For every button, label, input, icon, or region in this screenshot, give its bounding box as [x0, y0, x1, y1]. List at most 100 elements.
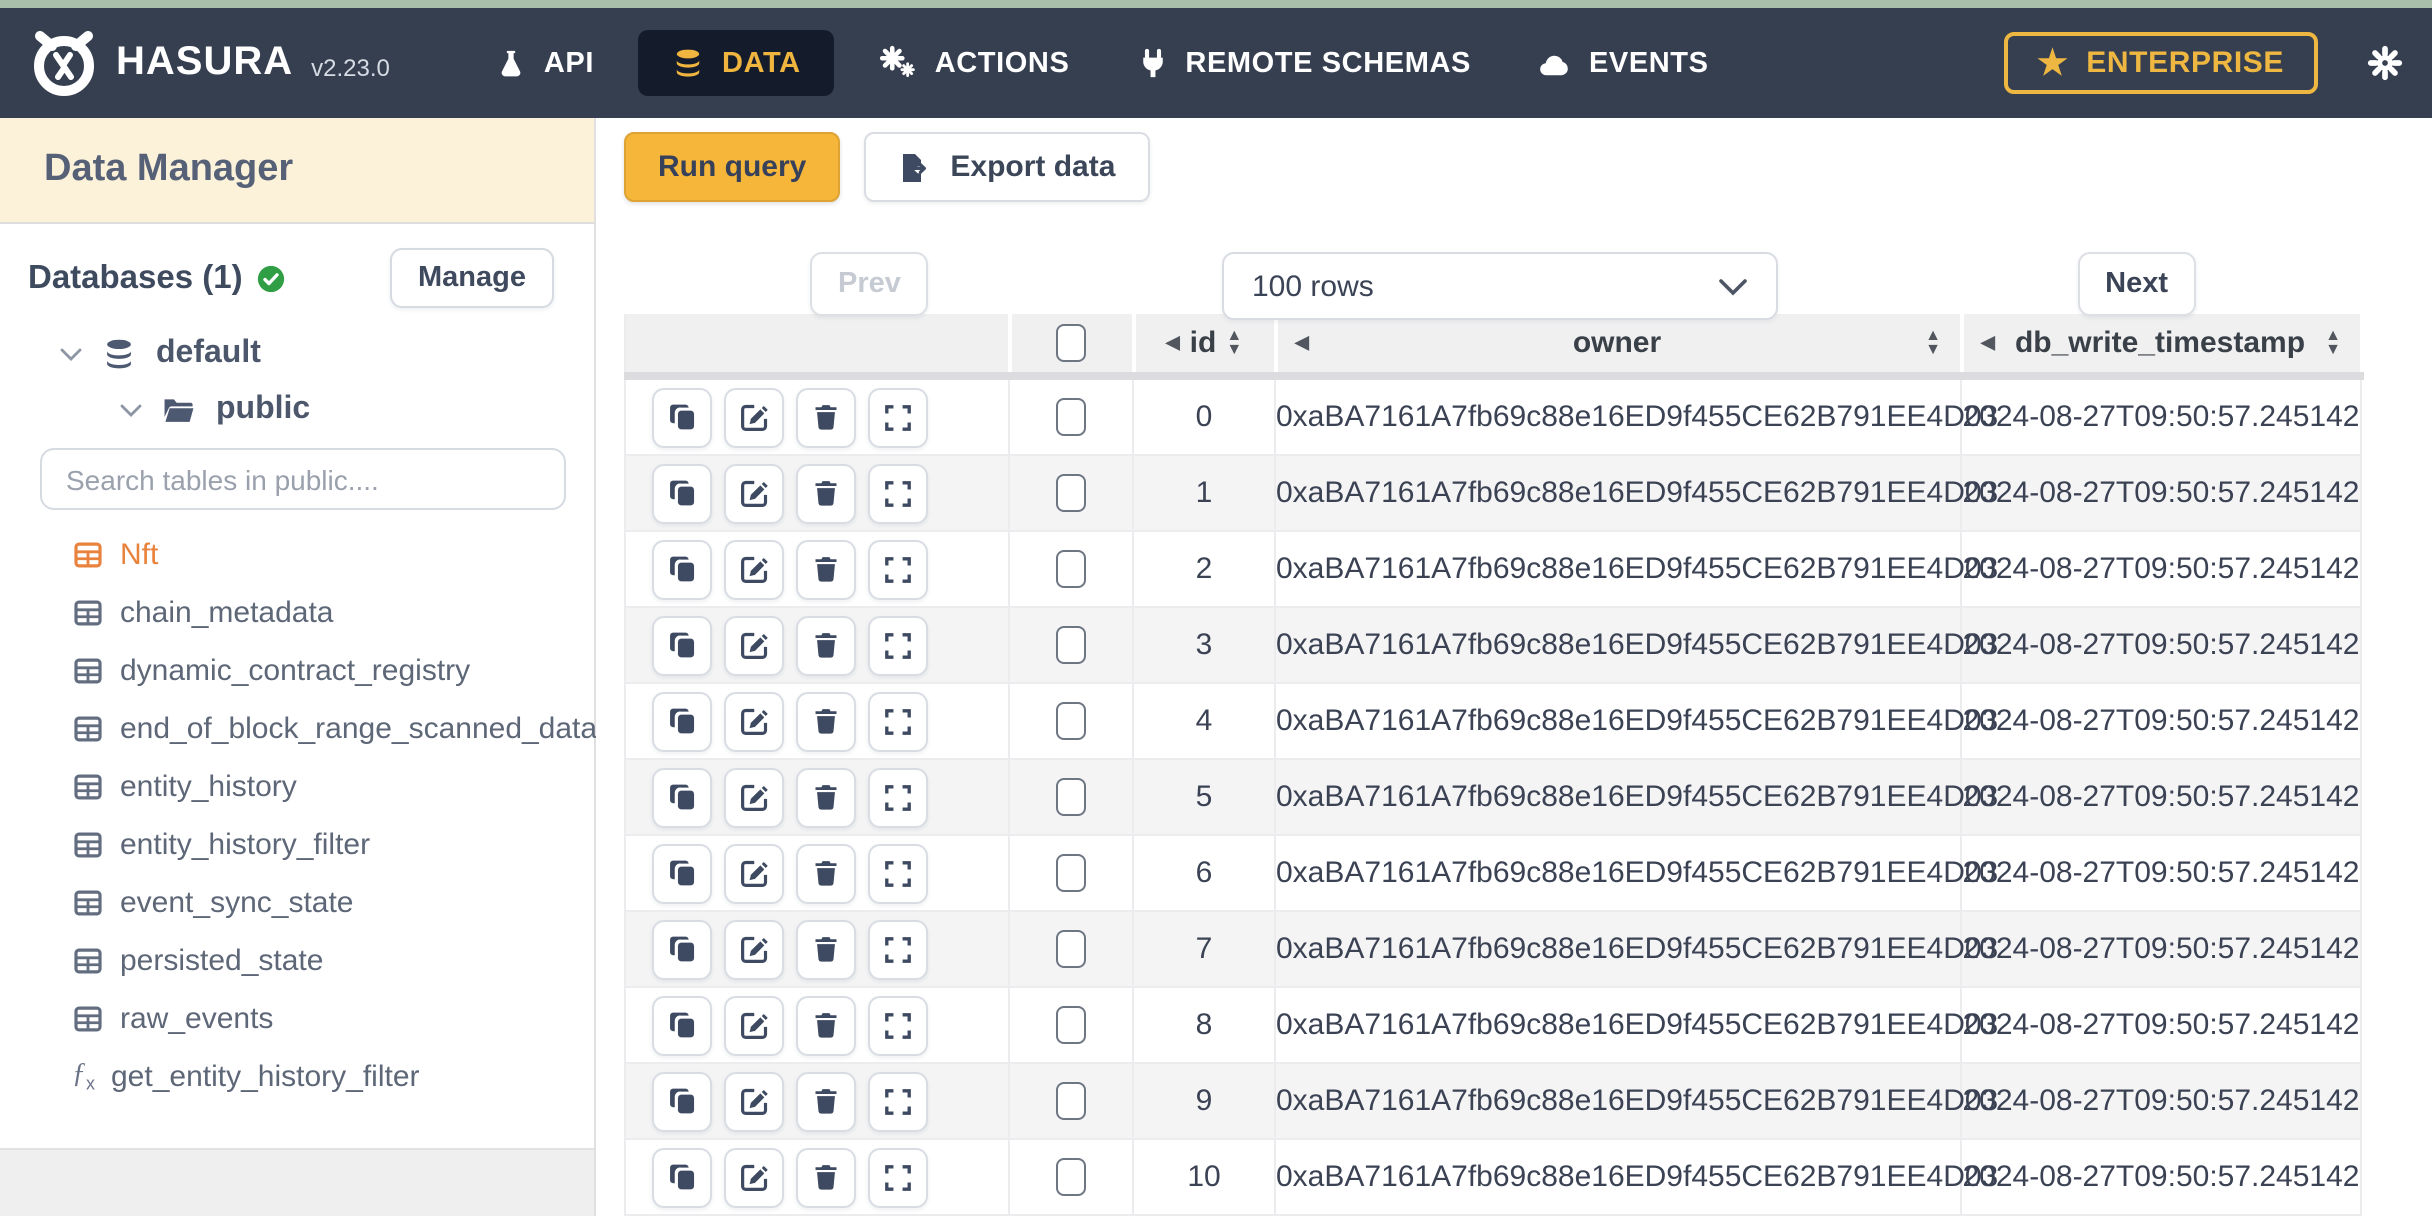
delete-row-button[interactable]	[796, 767, 856, 827]
edit-row-button[interactable]	[724, 767, 784, 827]
sidebar-table-item[interactable]: ƒx entity_history_filter	[72, 816, 594, 874]
rows-per-page-select[interactable]: 100 rows	[1222, 252, 1778, 320]
delete-row-button[interactable]	[796, 1147, 856, 1207]
prev-page-button[interactable]: Prev	[810, 252, 929, 316]
export-data-button[interactable]: Export data	[864, 132, 1150, 202]
move-column-left-icon[interactable]: ◀	[1981, 333, 1995, 352]
delete-row-button[interactable]	[796, 387, 856, 447]
sort-icon[interactable]: ▲ ▼	[1226, 328, 1242, 356]
run-query-button[interactable]: Run query	[624, 132, 841, 202]
nav-item-events[interactable]: EVENTS	[1505, 8, 1743, 118]
row-checkbox[interactable]	[1056, 398, 1086, 436]
row-checkbox[interactable]	[1056, 1158, 1086, 1196]
tree-item-database[interactable]: default	[0, 336, 594, 372]
row-actions-cell	[624, 376, 1010, 456]
chevron-down-icon[interactable]	[60, 347, 82, 361]
clone-row-button[interactable]	[652, 615, 712, 675]
chevron-down-icon[interactable]	[120, 403, 142, 417]
clone-row-button[interactable]	[652, 691, 712, 751]
hasura-logo-icon[interactable]	[28, 27, 100, 99]
expand-row-button[interactable]	[868, 387, 928, 447]
column-header-db-write-timestamp[interactable]: ◀ db_write_timestamp ▲ ▼	[1961, 314, 2363, 380]
next-page-button[interactable]: Next	[2077, 252, 2196, 316]
move-column-left-icon[interactable]: ◀	[1166, 333, 1180, 352]
delete-row-button[interactable]	[796, 539, 856, 599]
delete-row-button[interactable]	[796, 691, 856, 751]
select-all-checkbox[interactable]	[1056, 324, 1086, 362]
sidebar-table-item[interactable]: ƒx dynamic_contract_registry	[72, 642, 594, 700]
column-header-id[interactable]: ◀ id ▲ ▼	[1133, 314, 1277, 380]
nav-item-remote-schemas[interactable]: REMOTE SCHEMAS	[1103, 8, 1505, 118]
row-checkbox[interactable]	[1056, 930, 1086, 968]
cell-db-write-timestamp: 2024-08-27T09:50:57.245142	[1961, 759, 2362, 836]
edit-row-button[interactable]	[724, 1071, 784, 1131]
row-checkbox[interactable]	[1056, 626, 1086, 664]
sidebar-table-item[interactable]: ƒx entity_history	[72, 758, 594, 816]
edit-row-button[interactable]	[724, 1147, 784, 1207]
cell-owner: 0xaBA7161A7fb69c88e16ED9f455CE62B791EE4D…	[1275, 835, 1998, 912]
row-checkbox[interactable]	[1056, 778, 1086, 816]
clone-row-button[interactable]	[652, 995, 712, 1055]
manage-button[interactable]: Manage	[390, 248, 554, 308]
delete-row-button[interactable]	[796, 919, 856, 979]
sidebar-table-label: chain_metadata	[120, 596, 334, 630]
sidebar-table-item[interactable]: ƒx chain_metadata	[72, 584, 594, 642]
clone-row-button[interactable]	[652, 1147, 712, 1207]
row-checkbox[interactable]	[1056, 550, 1086, 588]
edit-row-button[interactable]	[724, 843, 784, 903]
expand-row-button[interactable]	[868, 919, 928, 979]
expand-row-button[interactable]	[868, 767, 928, 827]
row-checkbox[interactable]	[1056, 702, 1086, 740]
settings-gear-icon[interactable]	[2366, 44, 2404, 82]
edit-row-button[interactable]	[724, 615, 784, 675]
expand-row-button[interactable]	[868, 995, 928, 1055]
expand-row-button[interactable]	[868, 691, 928, 751]
clone-row-button[interactable]	[652, 919, 712, 979]
expand-row-button[interactable]	[868, 615, 928, 675]
column-header-owner[interactable]: ◀ owner ▲ ▼	[1275, 314, 1963, 380]
nav-item-data[interactable]: DATA	[638, 30, 835, 96]
sidebar-table-item[interactable]: ƒx Nft	[72, 526, 594, 584]
clone-row-button[interactable]	[652, 539, 712, 599]
sidebar-table-item[interactable]: ƒx event_sync_state	[72, 874, 594, 932]
sidebar-table-item[interactable]: ƒx get_entity_history_filter	[72, 1048, 594, 1106]
sidebar-table-item[interactable]: ƒx raw_events	[72, 990, 594, 1048]
delete-row-button[interactable]	[796, 1071, 856, 1131]
sidebar-table-item[interactable]: ƒx persisted_state	[72, 932, 594, 990]
tree-item-schema[interactable]: public	[0, 392, 594, 428]
clone-row-button[interactable]	[652, 843, 712, 903]
enterprise-button[interactable]: ★ ENTERPRISE	[2003, 32, 2318, 94]
row-checkbox[interactable]	[1056, 854, 1086, 892]
delete-row-button[interactable]	[796, 463, 856, 523]
delete-row-button[interactable]	[796, 843, 856, 903]
edit-row-button[interactable]	[724, 919, 784, 979]
nav-item-actions[interactable]: ACTIONS	[845, 8, 1104, 118]
nav-item-api[interactable]: API	[462, 8, 628, 118]
row-checkbox[interactable]	[1056, 1006, 1086, 1044]
sidebar-table-item[interactable]: ƒx end_of_block_range_scanned_data	[72, 700, 597, 758]
edit-row-button[interactable]	[724, 387, 784, 447]
clone-row-button[interactable]	[652, 463, 712, 523]
clone-row-button[interactable]	[652, 767, 712, 827]
move-column-left-icon[interactable]: ◀	[1295, 333, 1309, 352]
expand-row-button[interactable]	[868, 1147, 928, 1207]
edit-row-button[interactable]	[724, 691, 784, 751]
databases-row: Databases (1) Manage	[28, 248, 554, 308]
delete-row-button[interactable]	[796, 615, 856, 675]
expand-row-button[interactable]	[868, 1071, 928, 1131]
expand-row-button[interactable]	[868, 539, 928, 599]
clone-row-button[interactable]	[652, 387, 712, 447]
edit-row-button[interactable]	[724, 539, 784, 599]
row-checkbox[interactable]	[1056, 474, 1086, 512]
delete-row-button[interactable]	[796, 995, 856, 1055]
sort-icon[interactable]: ▲ ▼	[2325, 328, 2341, 356]
row-checkbox[interactable]	[1056, 1082, 1086, 1120]
clone-row-button[interactable]	[652, 1071, 712, 1131]
row-actions-cell	[624, 531, 1010, 608]
expand-row-button[interactable]	[868, 463, 928, 523]
edit-row-button[interactable]	[724, 463, 784, 523]
sort-icon[interactable]: ▲ ▼	[1925, 328, 1941, 356]
expand-row-button[interactable]	[868, 843, 928, 903]
search-tables-input[interactable]	[40, 448, 566, 510]
edit-row-button[interactable]	[724, 995, 784, 1055]
